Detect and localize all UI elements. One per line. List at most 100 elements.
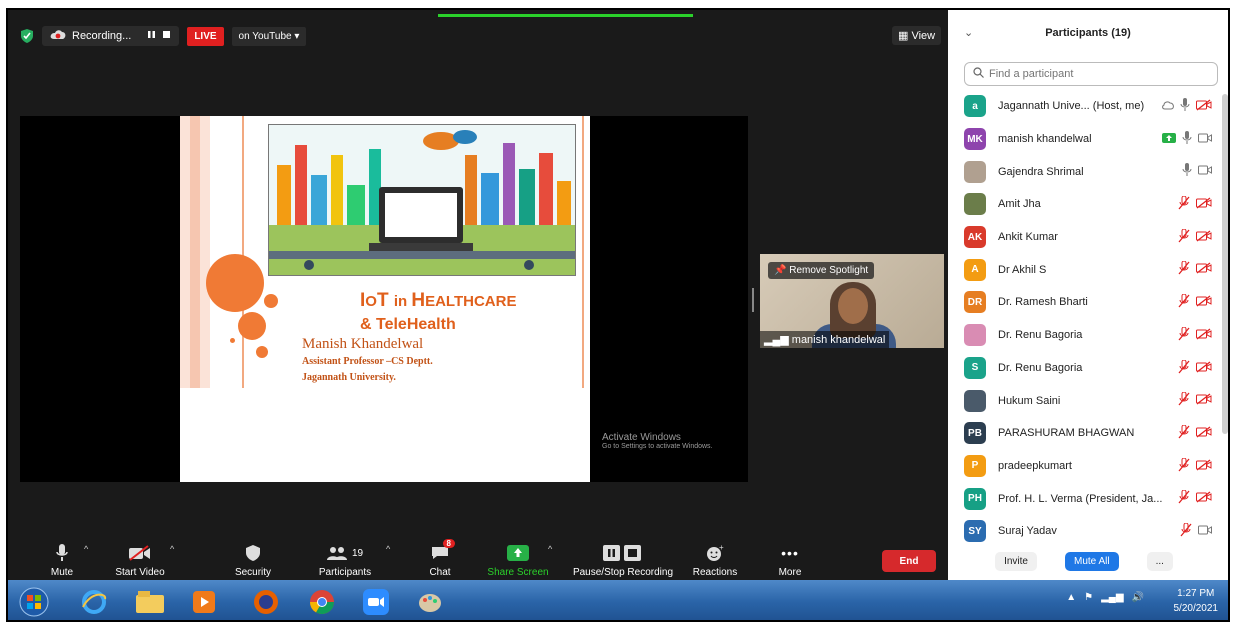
pause-recording-icon[interactable] (147, 30, 156, 42)
video-options-chevron-icon[interactable]: ^ (170, 544, 174, 554)
slide-decoration-circle (264, 294, 278, 308)
participant-row[interactable]: Ppradeepkumart (948, 450, 1220, 483)
action-center-flag-icon[interactable]: ⚑ (1084, 592, 1093, 603)
participants-label: Participants (318, 567, 372, 578)
file-explorer-icon[interactable] (126, 586, 174, 618)
mute-all-button[interactable]: Mute All (1064, 552, 1119, 571)
end-meeting-button[interactable]: End (882, 550, 936, 572)
pause-stop-recording-button[interactable]: Pause/Stop Recording (568, 536, 678, 580)
microphone-muted-icon[interactable] (1178, 195, 1190, 213)
participants-button[interactable]: 19 Participants (314, 536, 376, 580)
participant-row[interactable]: PH Prof. H. L. Verma (President, Ja... (948, 482, 1220, 515)
participant-status-icons (1178, 293, 1212, 311)
show-hidden-icons-chevron-icon[interactable]: ▲ (1066, 592, 1076, 603)
paint-app-icon[interactable] (406, 586, 454, 618)
reactions-button[interactable]: + Reactions (688, 536, 742, 580)
video-off-icon[interactable] (1196, 230, 1212, 245)
view-button[interactable]: ▦ View (892, 26, 942, 45)
participant-name: Amit Jha (998, 198, 1041, 211)
video-off-icon[interactable] (1196, 426, 1212, 441)
screen-sharing-icon (1162, 132, 1176, 146)
participant-list-scrollbar[interactable] (1222, 94, 1228, 434)
participant-row[interactable]: DR Dr. Ramesh Bharti (948, 286, 1220, 319)
recording-indicator: Recording... (42, 26, 180, 46)
more-options-button[interactable]: ... (1146, 552, 1173, 571)
microphone-muted-icon[interactable] (1178, 260, 1190, 278)
microphone-muted-icon[interactable] (1178, 489, 1190, 507)
video-off-icon[interactable] (1196, 262, 1212, 277)
slide-author: Manish Khandelwal (302, 336, 424, 352)
participant-row[interactable]: MK manish khandelwal (948, 123, 1220, 156)
microphone-muted-icon[interactable] (1178, 457, 1190, 475)
collapse-chevron-down-icon[interactable]: ⌄ (964, 26, 973, 39)
spotlight-video[interactable]: 📌 Remove Spotlight ▂▄▆ manish khandelwal (760, 254, 944, 348)
microphone-icon[interactable] (1180, 98, 1190, 115)
microphone-icon[interactable] (1182, 130, 1192, 148)
chat-button[interactable]: 8 Chat (420, 536, 460, 580)
participant-row[interactable]: Gajendra Shrimal (948, 155, 1220, 188)
participant-row[interactable]: Hukum Saini (948, 384, 1220, 417)
microphone-muted-icon[interactable] (1178, 326, 1190, 344)
share-options-chevron-icon[interactable]: ^ (548, 544, 552, 554)
participant-row[interactable]: SY Suraj Yadav (948, 515, 1220, 548)
volume-icon[interactable]: 🔊 (1132, 592, 1144, 603)
participant-search[interactable] (964, 62, 1218, 86)
participant-row[interactable]: S Dr. Renu Bagoria (948, 352, 1220, 385)
slide-decoration-circle (206, 254, 264, 312)
video-camera-icon[interactable] (1198, 133, 1212, 146)
security-button[interactable]: Security (230, 536, 276, 580)
start-video-label: Start Video (115, 567, 165, 578)
participant-status-icons (1178, 359, 1212, 377)
participants-icon: 19 (326, 543, 363, 563)
encryption-shield-icon[interactable] (20, 28, 34, 44)
media-player-icon[interactable] (180, 586, 228, 618)
more-button[interactable]: ••• More (770, 536, 810, 580)
microphone-muted-icon[interactable] (1178, 424, 1190, 442)
internet-explorer-icon[interactable] (70, 586, 118, 618)
microphone-muted-icon[interactable] (1178, 391, 1190, 409)
invite-button[interactable]: Invite (995, 552, 1037, 571)
share-screen-button[interactable]: Share Screen (482, 536, 554, 580)
video-off-icon[interactable] (1196, 99, 1212, 114)
video-off-icon[interactable] (1196, 393, 1212, 408)
search-input[interactable] (989, 68, 1209, 80)
avatar (964, 389, 986, 412)
remove-spotlight-button[interactable]: 📌 Remove Spotlight (768, 262, 875, 279)
start-video-button[interactable]: Start Video (108, 536, 172, 580)
avatar: S (964, 356, 986, 379)
video-off-icon[interactable] (1196, 295, 1212, 310)
network-icon[interactable]: ▂▄▆ (1101, 592, 1123, 603)
participants-options-chevron-icon[interactable]: ^ (386, 544, 390, 554)
stop-recording-icon[interactable] (162, 30, 171, 42)
participant-row[interactable]: AK Ankit Kumar (948, 221, 1220, 254)
video-off-icon[interactable] (1196, 197, 1212, 212)
video-off-icon[interactable] (1196, 459, 1212, 474)
video-off-icon[interactable] (1196, 491, 1212, 506)
participant-status-icons (1178, 195, 1212, 213)
video-camera-icon[interactable] (1198, 525, 1212, 538)
video-off-icon[interactable] (1196, 360, 1212, 376)
participant-row[interactable]: a Jagannath Unive... (Host, me) (948, 90, 1220, 123)
mute-button[interactable]: Mute (42, 536, 82, 580)
taskbar-clock[interactable]: 1:27 PM 5/20/2021 (1174, 586, 1219, 616)
firefox-icon[interactable] (242, 586, 290, 618)
participant-row[interactable]: A Dr Akhil S (948, 253, 1220, 286)
video-camera-icon[interactable] (1198, 165, 1212, 178)
microphone-muted-icon[interactable] (1180, 522, 1192, 540)
microphone-muted-icon[interactable] (1178, 228, 1190, 246)
zoom-app-icon[interactable] (352, 586, 400, 618)
microphone-icon[interactable] (1182, 163, 1192, 180)
reaction-smiley-icon: + (706, 543, 724, 563)
live-destination-dropdown[interactable]: on YouTube ▾ (231, 26, 307, 46)
panel-resize-handle[interactable] (752, 288, 754, 312)
microphone-muted-icon[interactable] (1178, 359, 1190, 377)
participant-row[interactable]: Amit Jha (948, 188, 1220, 221)
microphone-muted-icon[interactable] (1178, 293, 1190, 311)
chrome-icon[interactable] (298, 586, 346, 618)
start-button[interactable] (14, 586, 54, 618)
meeting-topbar: Recording... LIVE on YouTube ▾ (20, 24, 307, 48)
video-off-icon[interactable] (1196, 328, 1212, 343)
audio-options-chevron-icon[interactable]: ^ (84, 544, 88, 554)
participant-row[interactable]: Dr. Renu Bagoria (948, 319, 1220, 352)
participant-row[interactable]: PB PARASHURAM BHAGWAN (948, 417, 1220, 450)
